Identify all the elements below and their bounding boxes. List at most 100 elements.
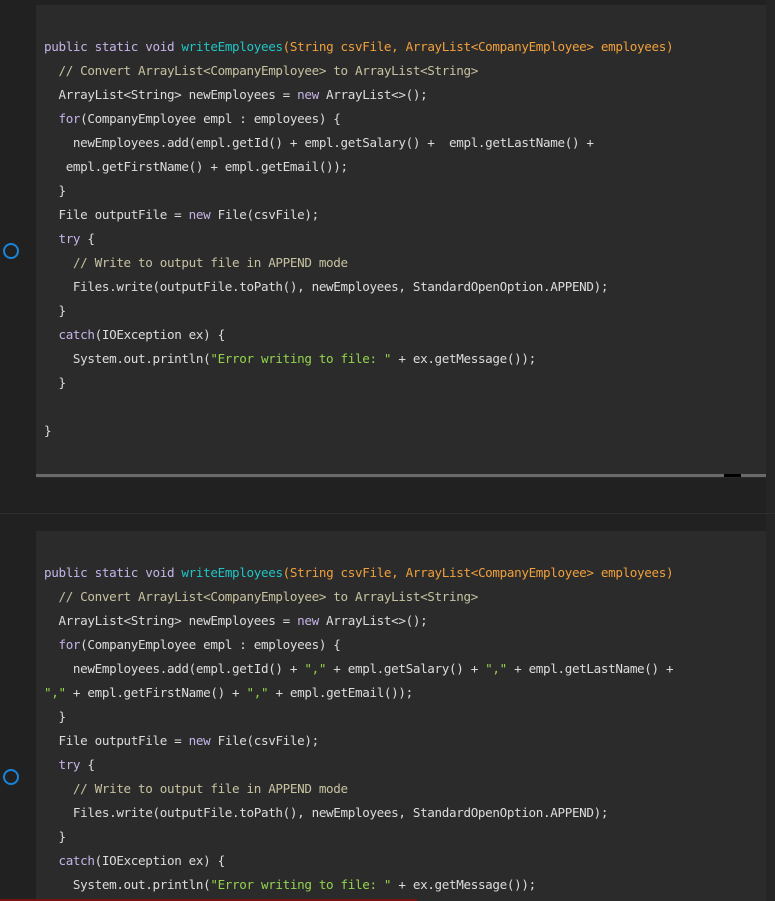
string-token: "," — [44, 685, 66, 700]
code-line[interactable]: } — [44, 299, 673, 323]
code-line[interactable] — [44, 395, 673, 419]
code-line[interactable]: } — [44, 371, 673, 395]
keyword-token: try — [58, 757, 81, 772]
code-line[interactable]: // Convert ArrayList<CompanyEmployee> to… — [44, 585, 673, 609]
code-line[interactable]: public static void writeEmployees(String… — [44, 561, 674, 585]
keyword-token: new — [188, 207, 211, 222]
string-token: "," — [485, 661, 507, 676]
code-text: + ex.getMessage()); — [391, 877, 536, 892]
code-text: empl.getFirstName() + empl.getEmail()); — [44, 159, 348, 174]
code-text: (CompanyEmployee empl : employees) { — [80, 637, 341, 652]
code-text: newEmployees.add(empl.getId() + — [44, 661, 305, 676]
code-text: { — [80, 231, 95, 246]
function-name-token: writeEmployees — [181, 565, 283, 580]
keyword-token: new — [188, 733, 211, 748]
keyword-token: public static void — [44, 39, 182, 54]
code-line[interactable]: newEmployees.add(empl.getId() + "," + em… — [44, 657, 674, 681]
scrollbar-thumb[interactable] — [724, 474, 741, 477]
code-editor-panel[interactable]: public static void writeEmployees(String… — [36, 5, 766, 478]
code-line[interactable]: System.out.println("Error writing to fil… — [44, 873, 673, 897]
comment-token: // Convert ArrayList<CompanyEmployee> to… — [58, 63, 478, 78]
comment-token: // Write to output file in APPEND mode — [72, 255, 348, 270]
code-line[interactable]: Files.write(outputFile.toPath(), newEmpl… — [44, 275, 673, 299]
code-line[interactable]: File outputFile = new File(csvFile); — [44, 729, 673, 753]
code-line[interactable]: // Write to output file in APPEND mode — [44, 251, 673, 275]
code-text: (IOException ex) { — [94, 853, 226, 868]
code-line[interactable]: } — [44, 825, 673, 849]
code-cell-1[interactable]: public static void writeEmployees(String… — [0, 0, 775, 513]
horizontal-scrollbar[interactable] — [36, 474, 766, 477]
code-line[interactable]: catch(IOException ex) { — [44, 849, 673, 873]
code-text: ArrayList<String> newEmployees = — [44, 613, 298, 628]
code-line[interactable]: File outputFile = new File(csvFile); — [44, 203, 673, 227]
code-line[interactable]: newEmployees.add(empl.getId() + empl.get… — [44, 131, 673, 155]
code-cell-2[interactable]: public static void writeEmployees(String… — [0, 514, 775, 901]
parameter-token: (String csvFile, ArrayList<CompanyEmploy… — [282, 39, 674, 54]
code-block[interactable]: public static void writeEmployees(String… — [44, 561, 674, 897]
code-text: File outputFile = — [44, 207, 189, 222]
code-line[interactable]: } — [44, 705, 673, 729]
code-text: (IOException ex) { — [94, 327, 226, 342]
code-text: Files.write(outputFile.toPath(), newEmpl… — [44, 279, 609, 294]
keyword-token: public static void — [44, 565, 182, 580]
code-editor-panel[interactable]: public static void writeEmployees(String… — [36, 531, 766, 901]
code-line[interactable]: public static void writeEmployees(String… — [44, 35, 674, 59]
code-text: File outputFile = — [44, 733, 189, 748]
code-line[interactable]: try { — [44, 227, 673, 251]
code-text: ArrayList<>(); — [318, 613, 428, 628]
code-block[interactable]: public static void writeEmployees(String… — [44, 35, 674, 443]
cell-gutter — [0, 514, 36, 901]
circle-outline-icon[interactable] — [3, 769, 19, 785]
code-line[interactable]: ArrayList<String> newEmployees = new Arr… — [44, 609, 673, 633]
code-line[interactable]: try { — [44, 753, 673, 777]
code-line[interactable]: ArrayList<String> newEmployees = new Arr… — [44, 83, 673, 107]
circle-outline-icon[interactable] — [3, 243, 19, 259]
code-line[interactable]: for(CompanyEmployee empl : employees) { — [44, 107, 673, 131]
code-text: + empl.getSalary() + — [326, 661, 486, 676]
code-text: } — [44, 709, 66, 724]
keyword-token: new — [297, 87, 319, 102]
string-token: "," — [304, 661, 327, 676]
code-text: } — [44, 183, 66, 198]
string-token: "Error writing to file: " — [210, 877, 392, 892]
code-line[interactable]: "," + empl.getFirstName() + "," + empl.g… — [44, 681, 673, 705]
code-line[interactable]: } — [44, 419, 673, 443]
comment-token: // Write to output file in APPEND mode — [72, 781, 348, 796]
code-text: System.out.println( — [44, 351, 211, 366]
function-name-token: writeEmployees — [181, 39, 283, 54]
code-text: Files.write(outputFile.toPath(), newEmpl… — [44, 805, 609, 820]
code-text: } — [44, 423, 52, 438]
code-text: { — [80, 757, 95, 772]
parameter-token: (String csvFile, ArrayList<CompanyEmploy… — [282, 565, 674, 580]
comment-token: // Convert ArrayList<CompanyEmployee> to… — [58, 589, 478, 604]
code-line[interactable]: empl.getFirstName() + empl.getEmail()); — [44, 155, 673, 179]
code-text: + empl.getEmail()); — [268, 685, 413, 700]
code-text: File(csvFile); — [210, 733, 320, 748]
code-line[interactable]: System.out.println("Error writing to fil… — [44, 347, 673, 371]
string-token: "Error writing to file: " — [210, 351, 392, 366]
code-text: File(csvFile); — [210, 207, 320, 222]
code-text: + empl.getLastName() + — [506, 661, 674, 676]
code-line[interactable]: // Write to output file in APPEND mode — [44, 777, 673, 801]
code-text: newEmployees.add(empl.getId() + empl.get… — [44, 135, 594, 150]
code-line[interactable]: catch(IOException ex) { — [44, 323, 673, 347]
code-text: } — [44, 303, 66, 318]
keyword-token: for — [58, 637, 81, 652]
code-line[interactable]: Files.write(outputFile.toPath(), newEmpl… — [44, 801, 673, 825]
code-text: ArrayList<String> newEmployees = — [44, 87, 298, 102]
code-text: ArrayList<>(); — [318, 87, 428, 102]
code-line[interactable]: } — [44, 179, 673, 203]
code-line[interactable]: // Convert ArrayList<CompanyEmployee> to… — [44, 59, 673, 83]
code-text: + empl.getFirstName() + — [65, 685, 247, 700]
code-text: (CompanyEmployee empl : employees) { — [80, 111, 341, 126]
code-line[interactable]: for(CompanyEmployee empl : employees) { — [44, 633, 673, 657]
